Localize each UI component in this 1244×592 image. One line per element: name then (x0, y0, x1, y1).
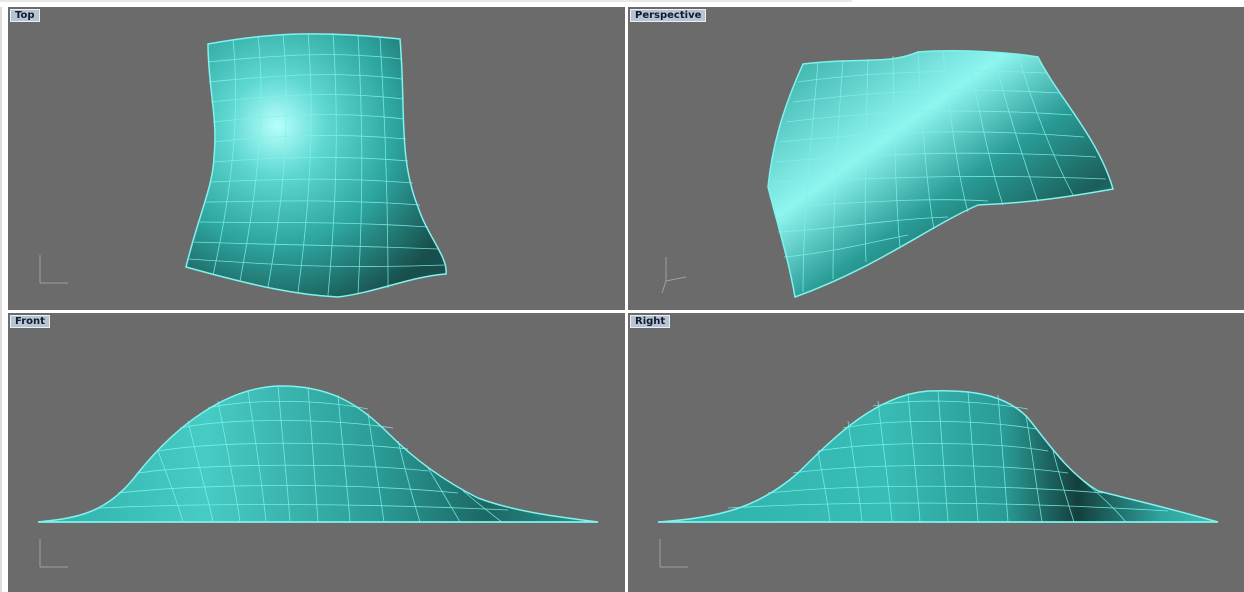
surface-perspective-view (767, 50, 1114, 299)
surface-front-view (37, 385, 599, 523)
axis-icon-top (39, 255, 68, 284)
surface-top-view (185, 32, 447, 298)
viewport-perspective[interactable]: Perspective (628, 7, 1244, 310)
axis-icon-right (659, 539, 688, 568)
axis-icon-front (39, 539, 68, 568)
window-left-edge (0, 7, 2, 592)
viewport-title-perspective[interactable]: Perspective (630, 9, 707, 22)
viewport-right[interactable]: Right (628, 313, 1244, 592)
viewport-title-top[interactable]: Top (10, 9, 40, 22)
window-top-edge (0, 0, 852, 2)
viewport-top[interactable]: Top (8, 7, 625, 310)
surface-right-view (657, 389, 1219, 523)
viewport-title-right[interactable]: Right (630, 315, 671, 328)
viewport-front[interactable]: Front (8, 313, 625, 592)
viewport-title-front[interactable]: Front (10, 315, 50, 328)
axis-icon-perspective (661, 257, 687, 294)
